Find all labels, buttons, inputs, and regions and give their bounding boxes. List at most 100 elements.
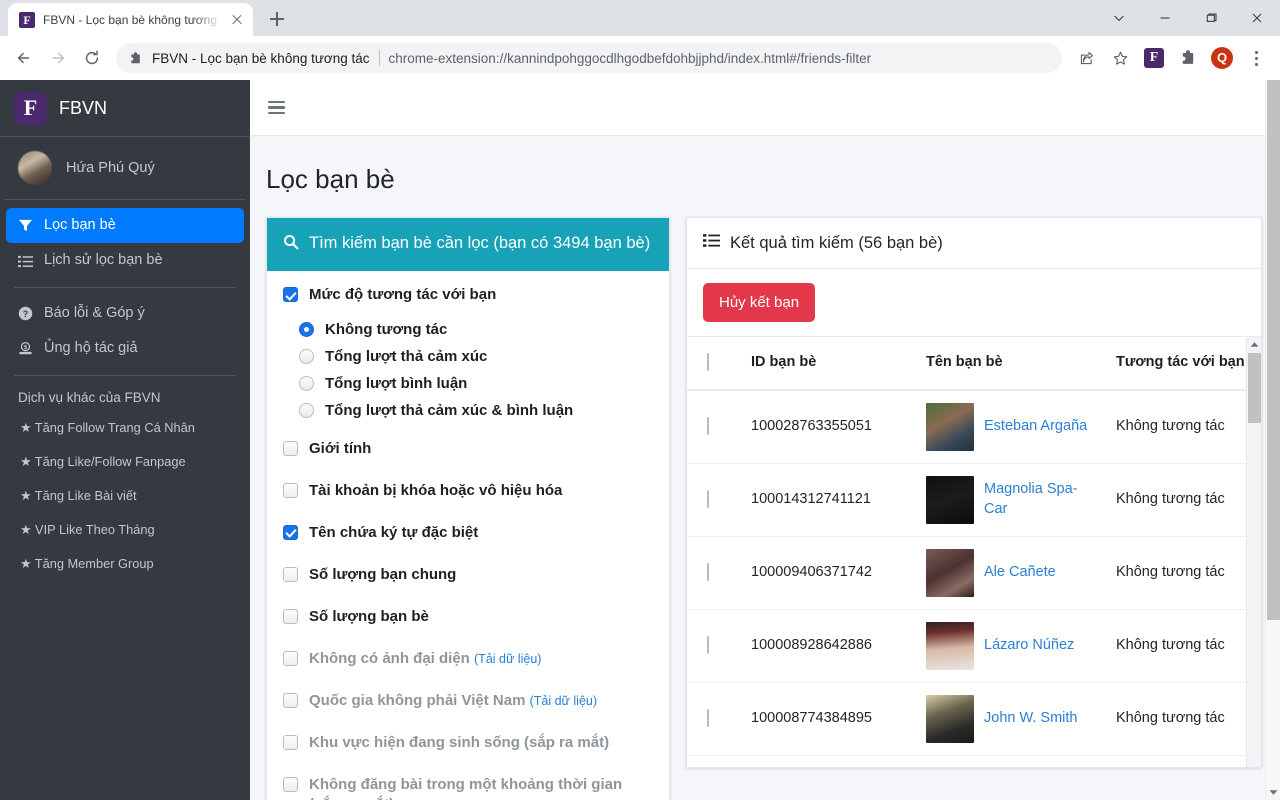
friend-name-link[interactable]: Magnolia Spa-Car [984, 480, 1100, 519]
minimize-icon[interactable] [1142, 0, 1188, 36]
tab-close-icon[interactable] [229, 12, 245, 28]
row-id: 100008774384895 [743, 682, 918, 756]
address-bar[interactable]: FBVN - Lọc bạn bè không tương tác chrome… [116, 43, 1062, 73]
share-icon[interactable] [1070, 42, 1102, 74]
search-icon [283, 234, 300, 257]
scroll-down-arrow-icon[interactable] [1266, 785, 1280, 800]
results-table-scroll: ID bạn bè Tên bạn bè Tương tác với bạn 1… [687, 337, 1261, 767]
radio-no-interaction[interactable]: Không tương tác [299, 320, 653, 340]
table-row[interactable]: 100008928642886 Lázaro Núñez Không tương… [687, 609, 1261, 683]
close-window-icon[interactable] [1234, 0, 1280, 36]
checkbox[interactable] [283, 692, 298, 708]
page-scrollbar[interactable] [1265, 80, 1280, 800]
sidebar-service-post-like[interactable]: ★ Tăng Like Bài viết [6, 479, 244, 513]
table-row[interactable]: 100014312741121 Magnolia Spa-Car Không t… [687, 463, 1261, 537]
table-scrollbar-thumb[interactable] [1248, 353, 1261, 423]
sidebar-item-report-feedback[interactable]: ? Báo lỗi & Góp ý [6, 296, 244, 331]
checkbox[interactable] [283, 650, 298, 666]
row-name-cell: Federico [918, 755, 1108, 767]
sidebar-item-friends-filter[interactable]: Lọc bạn bè [6, 208, 244, 244]
sidebar-divider-2 [14, 374, 236, 376]
row-select-cell [687, 682, 743, 756]
filter-no-posts-period[interactable]: Không đăng bài trong một khoảng thời gia… [283, 775, 653, 800]
table-row[interactable]: 100008774384895 John W. Smith Không tươn… [687, 682, 1261, 756]
filter-mutual-friends-count[interactable]: Số lượng bạn chung [283, 565, 653, 585]
radio-button[interactable] [299, 322, 314, 338]
filter-interaction-level[interactable]: Mức độ tương tác với bạn [283, 285, 653, 305]
unfriend-button[interactable]: Hủy kết bạn [703, 283, 816, 322]
back-icon[interactable] [8, 42, 40, 74]
bookmark-star-icon[interactable] [1104, 42, 1136, 74]
sidebar-item-donate[interactable]: $ Ủng hộ tác giả [6, 331, 244, 366]
filter-country-not-vietnam[interactable]: Quốc gia không phải Việt Nam (Tải dữ liệ… [283, 691, 653, 711]
page-body: Lọc bạn bè Tìm kiếm bạn bè cần lọc (bạn … [250, 135, 1280, 800]
row-interaction: Không tương tác [1108, 463, 1261, 537]
new-tab-button[interactable] [263, 5, 291, 33]
radio-total-comments[interactable]: Tổng lượt bình luận [299, 374, 653, 394]
browser-tab[interactable]: F FBVN - Lọc bạn bè không tương tác [8, 3, 253, 36]
sidebar-brand[interactable]: F FBVN [0, 80, 250, 137]
radio-button[interactable] [299, 376, 314, 392]
extensions-puzzle-icon[interactable] [1172, 42, 1204, 74]
load-data-link[interactable]: (Tải dữ liệu) [474, 652, 541, 666]
maximize-icon[interactable] [1188, 0, 1234, 36]
filter-label: Tên chứa ký tự đặc biệt [309, 523, 479, 541]
radio-reactions-and-comments[interactable]: Tổng lượt thả cảm xúc & bình luận [299, 401, 653, 421]
results-table-body: 100028763355051 Esteban Argaña Không tươ… [687, 389, 1261, 767]
checkbox[interactable] [283, 776, 298, 792]
radio-label: Tổng lượt thả cảm xúc & bình luận [325, 402, 574, 420]
friend-name-link[interactable]: John W. Smith [984, 709, 1077, 729]
table-row[interactable]: 100009406371742 Ale Cañete Không tương t… [687, 536, 1261, 610]
scroll-up-arrow-icon[interactable] [1247, 337, 1261, 352]
table-row[interactable]: 100028763355051 Esteban Argaña Không tươ… [687, 389, 1261, 464]
friend-name-link[interactable]: Ale Cañete [984, 563, 1056, 583]
friend-name-link[interactable]: Lázaro Núñez [984, 636, 1074, 656]
select-all-checkbox[interactable] [707, 353, 709, 371]
sidebar-item-filter-history[interactable]: Lịch sử lọc bạn bè [6, 243, 244, 278]
user-name: Hứa Phú Quý [66, 160, 155, 176]
row-checkbox[interactable] [707, 708, 709, 727]
sidebar-item-label: Ủng hộ tác giả [44, 340, 138, 357]
row-checkbox[interactable] [707, 416, 709, 435]
sidebar-service-follow-profile[interactable]: ★ Tăng Follow Trang Cá Nhân [6, 411, 244, 445]
filter-current-location[interactable]: Khu vực hiện đang sinh sống (sắp ra mắt) [283, 733, 653, 753]
load-data-link[interactable]: (Tải dữ liệu) [530, 694, 597, 708]
hamburger-menu-icon[interactable] [268, 100, 285, 115]
row-checkbox[interactable] [707, 562, 709, 581]
filter-special-characters[interactable]: Tên chứa ký tự đặc biệt [283, 523, 653, 543]
sidebar-service-group-member[interactable]: ★ Tăng Member Group [6, 547, 244, 581]
checkbox[interactable] [283, 608, 298, 624]
filter-no-avatar[interactable]: Không có ảnh đại diện (Tải dữ liệu) [283, 649, 653, 669]
checkbox[interactable] [283, 524, 298, 540]
checkbox[interactable] [283, 483, 298, 499]
row-checkbox[interactable] [707, 635, 709, 654]
table-row[interactable]: 100007104033310 Federico Khôn [687, 755, 1261, 767]
table-scrollbar[interactable] [1246, 337, 1261, 767]
radio-total-reactions[interactable]: Tổng lượt thả cảm xúc [299, 347, 653, 367]
checkbox[interactable] [283, 566, 298, 582]
filter-friends-count[interactable]: Số lượng bạn bè [283, 607, 653, 627]
radio-button[interactable] [299, 349, 314, 365]
sidebar-service-vip-like[interactable]: ★ VIP Like Theo Tháng [6, 513, 244, 547]
tab-search-chevron-down-icon[interactable] [1096, 0, 1142, 36]
friend-name-link[interactable]: Esteban Argaña [984, 417, 1087, 437]
filter-gender[interactable]: Giới tính [283, 439, 653, 459]
row-checkbox[interactable] [707, 489, 709, 508]
row-interaction: Không tương tác [1108, 755, 1261, 767]
profile-avatar[interactable]: Q [1206, 42, 1238, 74]
sidebar-user[interactable]: Hứa Phú Quý [4, 137, 246, 200]
checkbox[interactable] [283, 441, 298, 457]
page-scrollbar-thumb[interactable] [1267, 80, 1280, 620]
sidebar-service-fanpage[interactable]: ★ Tăng Like/Follow Fanpage [6, 445, 244, 479]
filter-icon [16, 218, 35, 233]
column-header-interaction: Tương tác với bạn [1108, 337, 1261, 391]
column-header-id: ID bạn bè [743, 337, 918, 391]
fbvn-extension-icon[interactable]: F [1138, 42, 1170, 74]
chrome-menu-icon[interactable] [1240, 42, 1272, 74]
checkbox[interactable] [283, 734, 298, 750]
reload-icon[interactable] [76, 42, 108, 74]
filter-locked-account[interactable]: Tài khoản bị khóa hoặc vô hiệu hóa [283, 481, 653, 501]
forward-icon[interactable] [42, 42, 74, 74]
checkbox[interactable] [283, 287, 298, 303]
radio-button[interactable] [299, 403, 314, 419]
